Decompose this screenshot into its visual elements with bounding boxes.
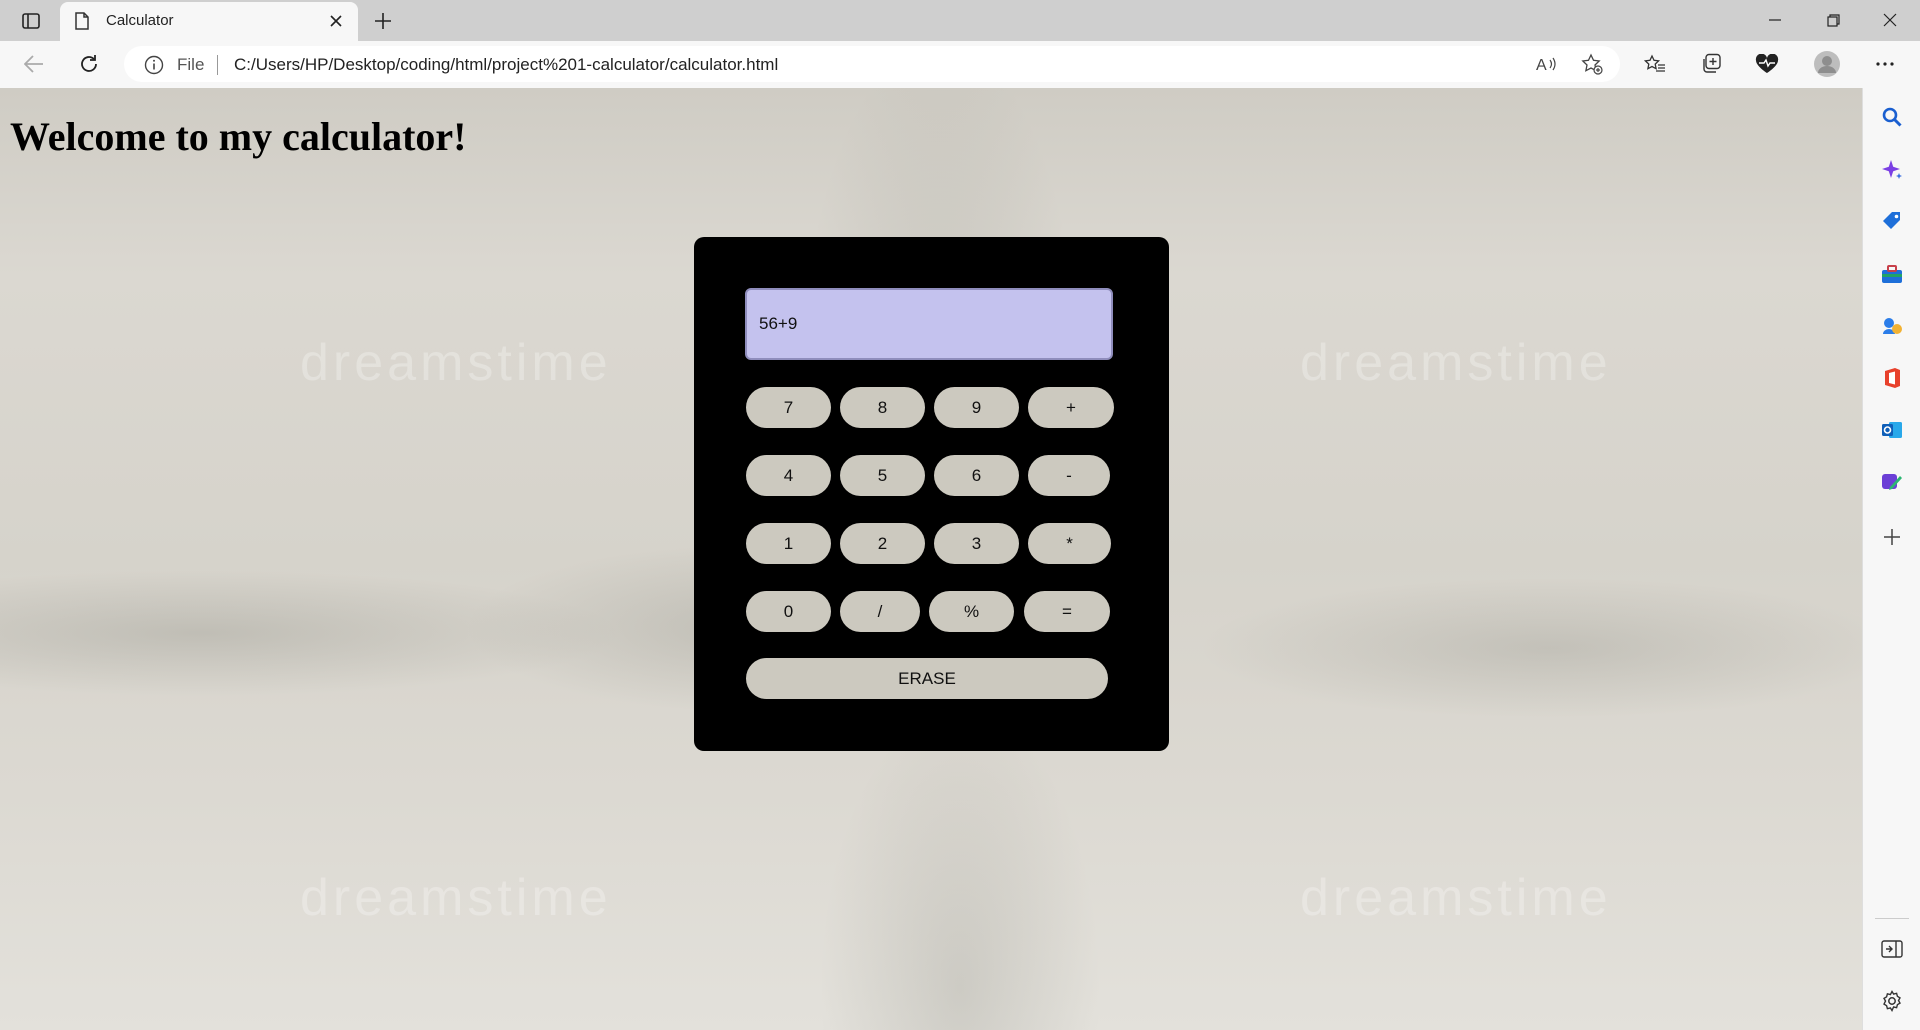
key-1[interactable]: 1	[746, 523, 831, 564]
read-aloud-icon[interactable]: A	[1532, 52, 1560, 76]
games-icon[interactable]	[1879, 313, 1905, 339]
outlook-icon[interactable]	[1879, 417, 1905, 443]
watermark-text: dreamstime	[1300, 869, 1612, 927]
minimize-icon[interactable]	[1747, 0, 1803, 40]
calculator: 56+9 7 8 9 + 4 5 6 - 1 2 3 * 0 / % = ERA…	[694, 237, 1169, 751]
settings-icon[interactable]	[1879, 988, 1905, 1014]
scheme-label: File	[177, 55, 205, 74]
page-icon	[74, 12, 90, 30]
key-plus[interactable]: +	[1028, 387, 1114, 428]
watermark-text: dreamstime	[300, 869, 612, 927]
profile-avatar-icon[interactable]	[1809, 46, 1845, 82]
key-equals[interactable]: =	[1024, 591, 1110, 632]
new-tab-button[interactable]	[368, 6, 398, 36]
key-8[interactable]: 8	[840, 387, 925, 428]
address-divider	[217, 55, 218, 75]
shopping-tag-icon[interactable]	[1879, 208, 1905, 234]
browser-toolbar: File C:/Users/HP/Desktop/coding/html/pro…	[0, 41, 1920, 89]
watermark-text: dreamstime	[300, 334, 612, 392]
svg-text:A: A	[1536, 57, 1547, 73]
key-multiply[interactable]: *	[1028, 523, 1111, 564]
back-icon[interactable]	[16, 46, 52, 82]
page-title: Welcome to my calculator!	[10, 114, 467, 159]
erase-button[interactable]: ERASE	[746, 658, 1108, 699]
copilot-icon[interactable]	[1879, 157, 1905, 183]
address-url[interactable]: C:/Users/HP/Desktop/coding/html/project%…	[234, 55, 778, 75]
designer-icon[interactable]	[1879, 469, 1905, 495]
page-viewport: dreamstime dreamstime dreamstime dreamst…	[0, 88, 1862, 1030]
hide-sidebar-icon[interactable]	[1879, 936, 1905, 962]
add-favorite-icon[interactable]	[1578, 52, 1606, 76]
tools-icon[interactable]	[1879, 261, 1905, 287]
key-0[interactable]: 0	[746, 591, 831, 632]
key-5[interactable]: 5	[840, 455, 925, 496]
address-bar[interactable]: File C:/Users/HP/Desktop/coding/html/pro…	[124, 46, 1620, 82]
add-icon[interactable]	[1879, 524, 1905, 550]
tab-title: Calculator	[106, 12, 174, 29]
watermark-text: dreamstime	[1300, 334, 1612, 392]
refresh-icon[interactable]	[71, 46, 107, 82]
collections-icon[interactable]	[1693, 46, 1729, 82]
restore-icon[interactable]	[1805, 0, 1861, 40]
close-tab-icon[interactable]	[326, 11, 346, 31]
key-2[interactable]: 2	[840, 523, 925, 564]
info-icon[interactable]	[144, 55, 164, 75]
key-percent[interactable]: %	[929, 591, 1014, 632]
key-3[interactable]: 3	[934, 523, 1019, 564]
calculator-display[interactable]: 56+9	[745, 288, 1113, 360]
more-options-icon[interactable]	[1867, 46, 1903, 82]
key-6[interactable]: 6	[934, 455, 1019, 496]
edge-sidebar	[1862, 88, 1920, 1030]
sidebar-divider	[1875, 918, 1909, 919]
key-divide[interactable]: /	[840, 591, 920, 632]
key-7[interactable]: 7	[746, 387, 831, 428]
office-icon[interactable]	[1879, 365, 1905, 391]
key-minus[interactable]: -	[1028, 455, 1110, 496]
key-4[interactable]: 4	[746, 455, 831, 496]
search-icon[interactable]	[1879, 104, 1905, 130]
close-window-icon[interactable]	[1862, 0, 1918, 40]
browser-essentials-icon[interactable]	[1749, 46, 1785, 82]
tab-strip: Calculator	[0, 0, 1920, 41]
key-9[interactable]: 9	[934, 387, 1019, 428]
favorites-icon[interactable]	[1637, 46, 1673, 82]
tab-calculator[interactable]: Calculator	[60, 2, 358, 41]
tab-actions-icon[interactable]	[14, 8, 48, 34]
